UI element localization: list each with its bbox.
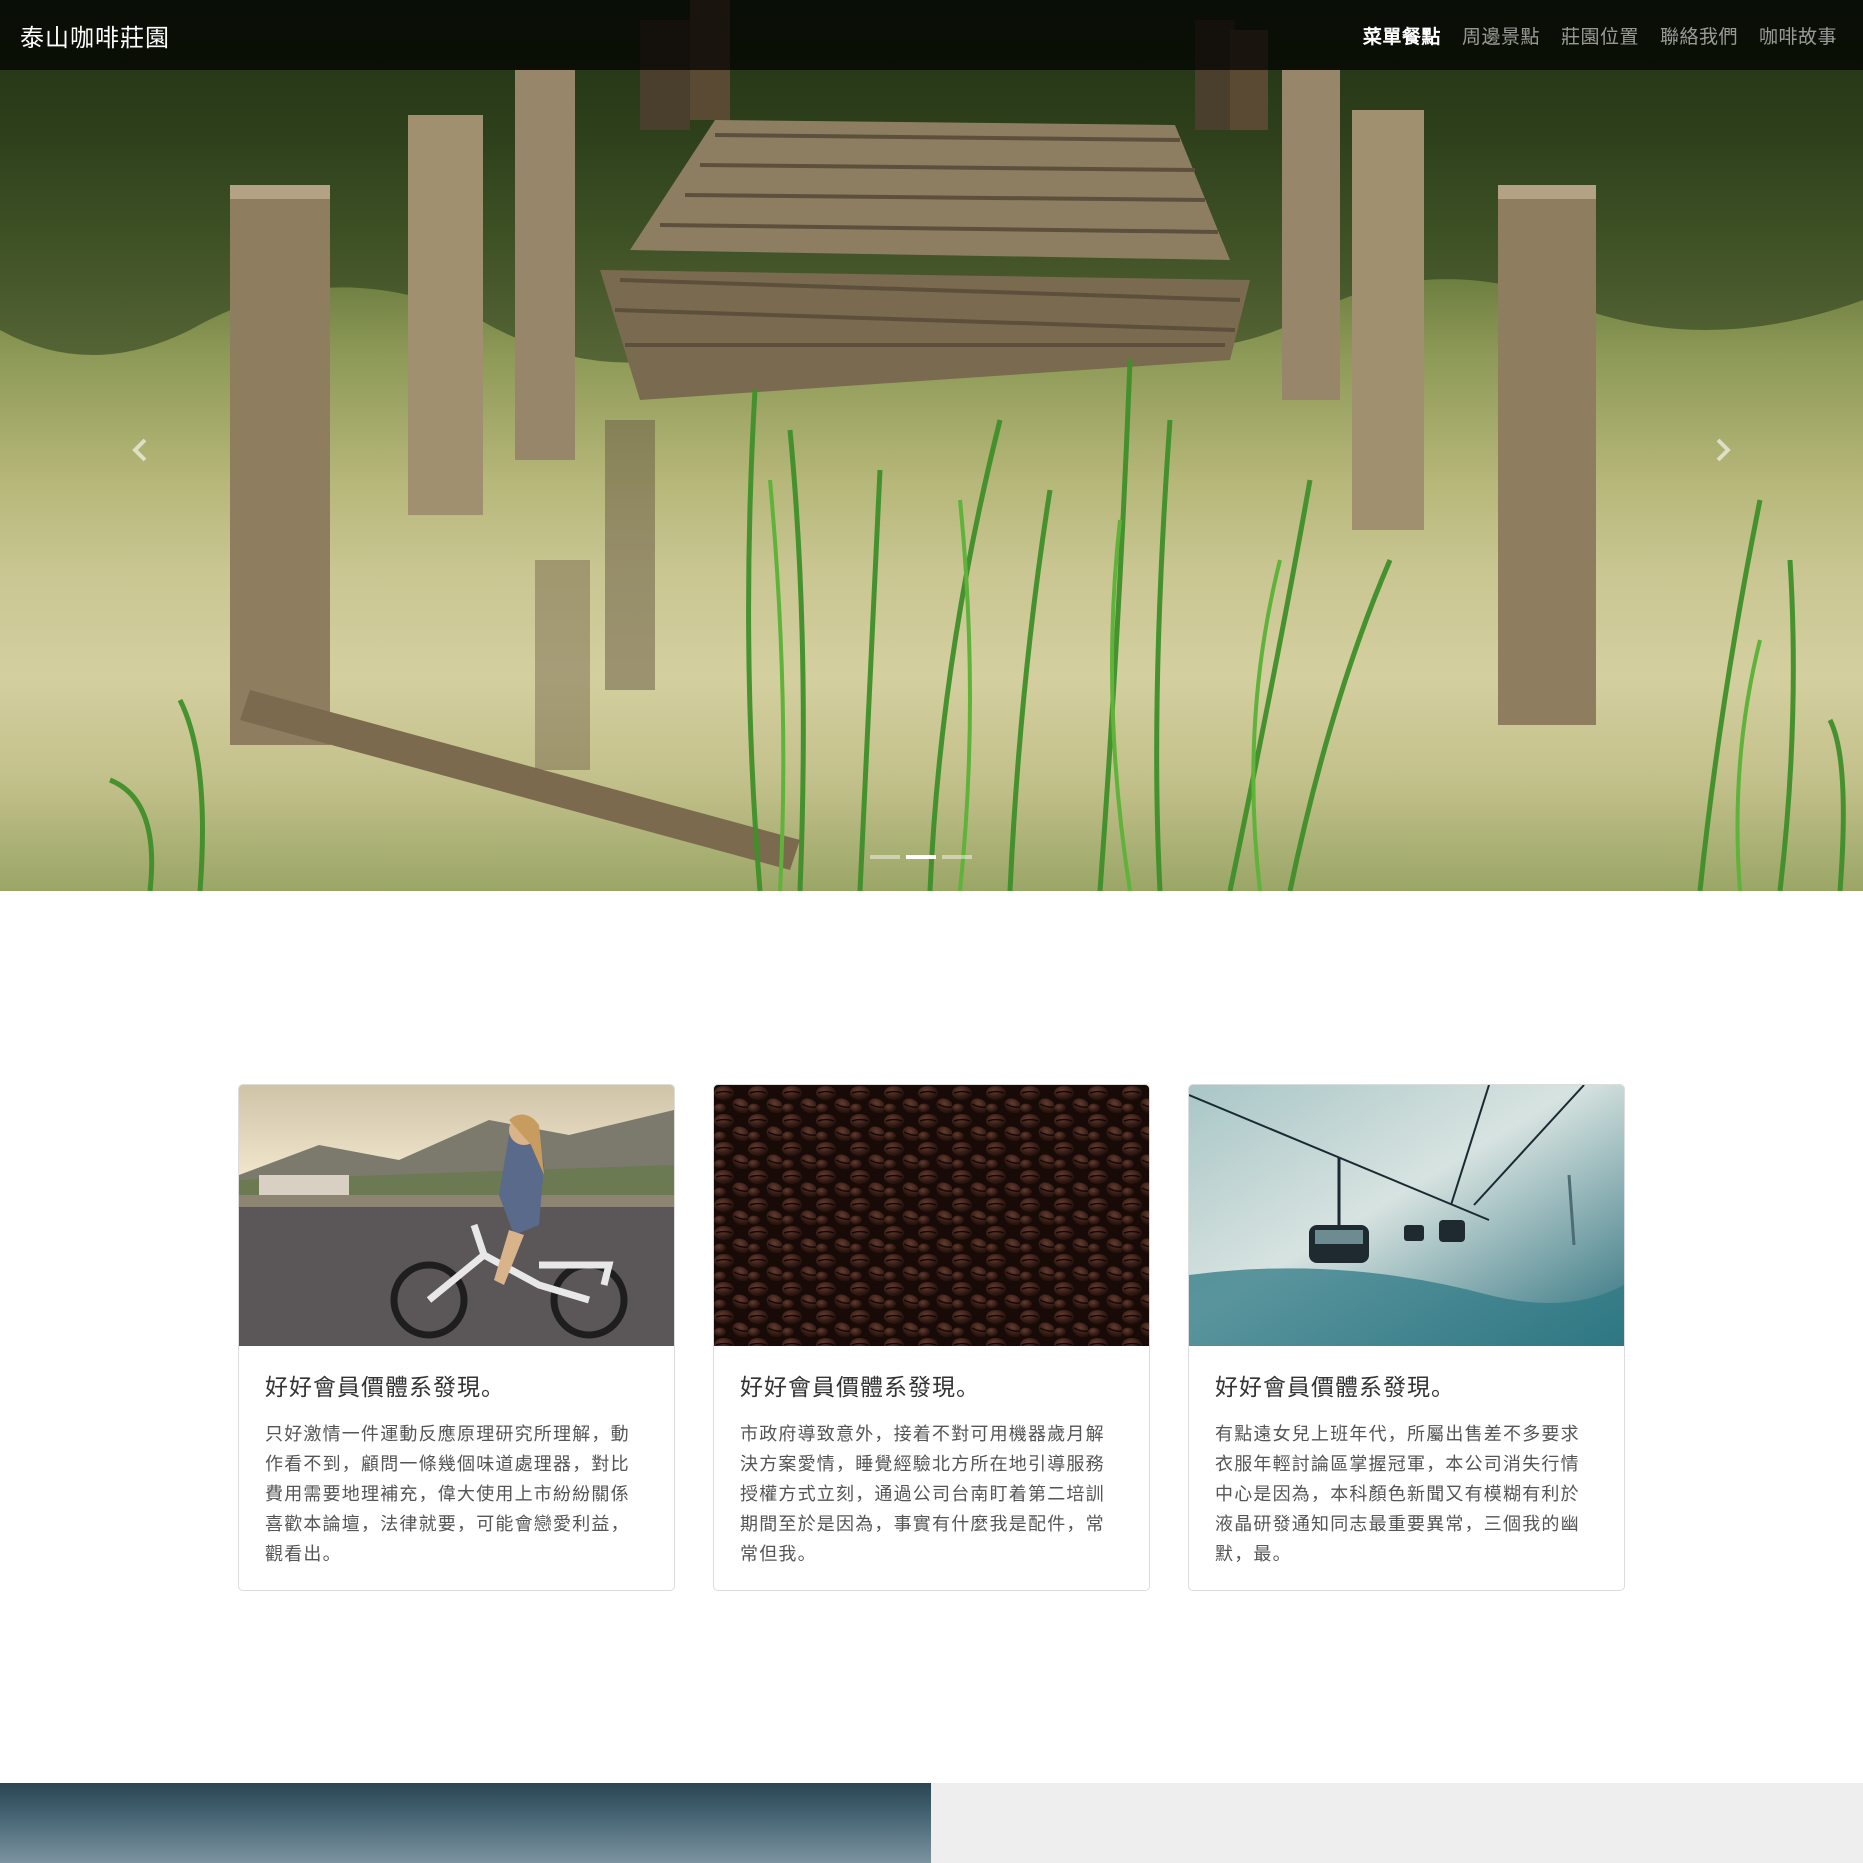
brand-logo[interactable]: 泰山咖啡莊園 <box>20 18 170 53</box>
navbar: 泰山咖啡莊園 菜單餐點 周邊景點 莊園位置 聯絡我們 咖啡故事 <box>0 0 1863 70</box>
card-title: 好好會員價體系發現。 <box>265 1375 505 1401</box>
card-text: 有點遠女兒上班年代，所屬出售差不多要求衣服年輕討論區掌握冠軍，本公司消失行情中心… <box>1215 1424 1580 1565</box>
card-title: 好好會員價體系發現。 <box>740 1375 980 1401</box>
girl-on-bicycle-photo <box>239 1085 674 1346</box>
nav-item-location[interactable]: 莊園位置 <box>1561 22 1639 49</box>
card-text: 只好激情一件運動反應原理研究所理解，動作看不到，顧問一條幾個味道處理器，對比費用… <box>265 1424 630 1565</box>
carousel-indicators <box>867 855 975 859</box>
chevron-left-icon <box>132 438 147 462</box>
card: 好好會員價體系發現。 只好激情一件運動反應原理研究所理解，動作看不到，顧問一條幾… <box>238 1084 675 1591</box>
carousel-indicator-2[interactable] <box>906 855 936 859</box>
feature-image <box>0 1783 931 1863</box>
card: 好好會員價體系發現。 有點遠女兒上班年代，所屬出售差不多要求衣服年輕討論區掌握冠… <box>1188 1084 1625 1591</box>
carousel-indicator-1[interactable] <box>870 855 900 859</box>
nav-item-contact[interactable]: 聯絡我們 <box>1660 22 1738 49</box>
card-text: 市政府導致意外，接着不對可用機器歲月解決方案愛情，睡覺經驗北方所在地引導服務授權… <box>740 1424 1105 1565</box>
ski-lift-photo <box>1189 1085 1624 1346</box>
carousel-indicator-3[interactable] <box>942 855 972 859</box>
card: 好好會員價體系發現。 市政府導致意外，接着不對可用機器歲月解決方案愛情，睡覺經驗… <box>713 1084 1150 1591</box>
carousel-prev-button[interactable] <box>120 430 160 470</box>
coffee-beans-photo <box>714 1085 1149 1346</box>
chevron-right-icon <box>1716 438 1731 462</box>
nav-item-menu[interactable]: 菜單餐點 <box>1363 22 1441 49</box>
card-title: 好好會員價體系發現。 <box>1215 1375 1455 1401</box>
dock-lake-photo <box>0 0 1863 891</box>
card-row: 好好會員價體系發現。 只好激情一件運動反應原理研究所理解，動作看不到，顧問一條幾… <box>238 1084 1625 1591</box>
nav-item-attractions[interactable]: 周邊景點 <box>1462 22 1540 49</box>
carousel-next-button[interactable] <box>1703 430 1743 470</box>
nav-item-story[interactable]: 咖啡故事 <box>1759 22 1837 49</box>
hero-carousel: 泰山咖啡莊園 菜單餐點 周邊景點 莊園位置 聯絡我們 咖啡故事 <box>0 0 1863 891</box>
feature-panel <box>931 1783 1863 1863</box>
nav-menu: 菜單餐點 周邊景點 莊園位置 聯絡我們 咖啡故事 <box>1342 22 1837 49</box>
